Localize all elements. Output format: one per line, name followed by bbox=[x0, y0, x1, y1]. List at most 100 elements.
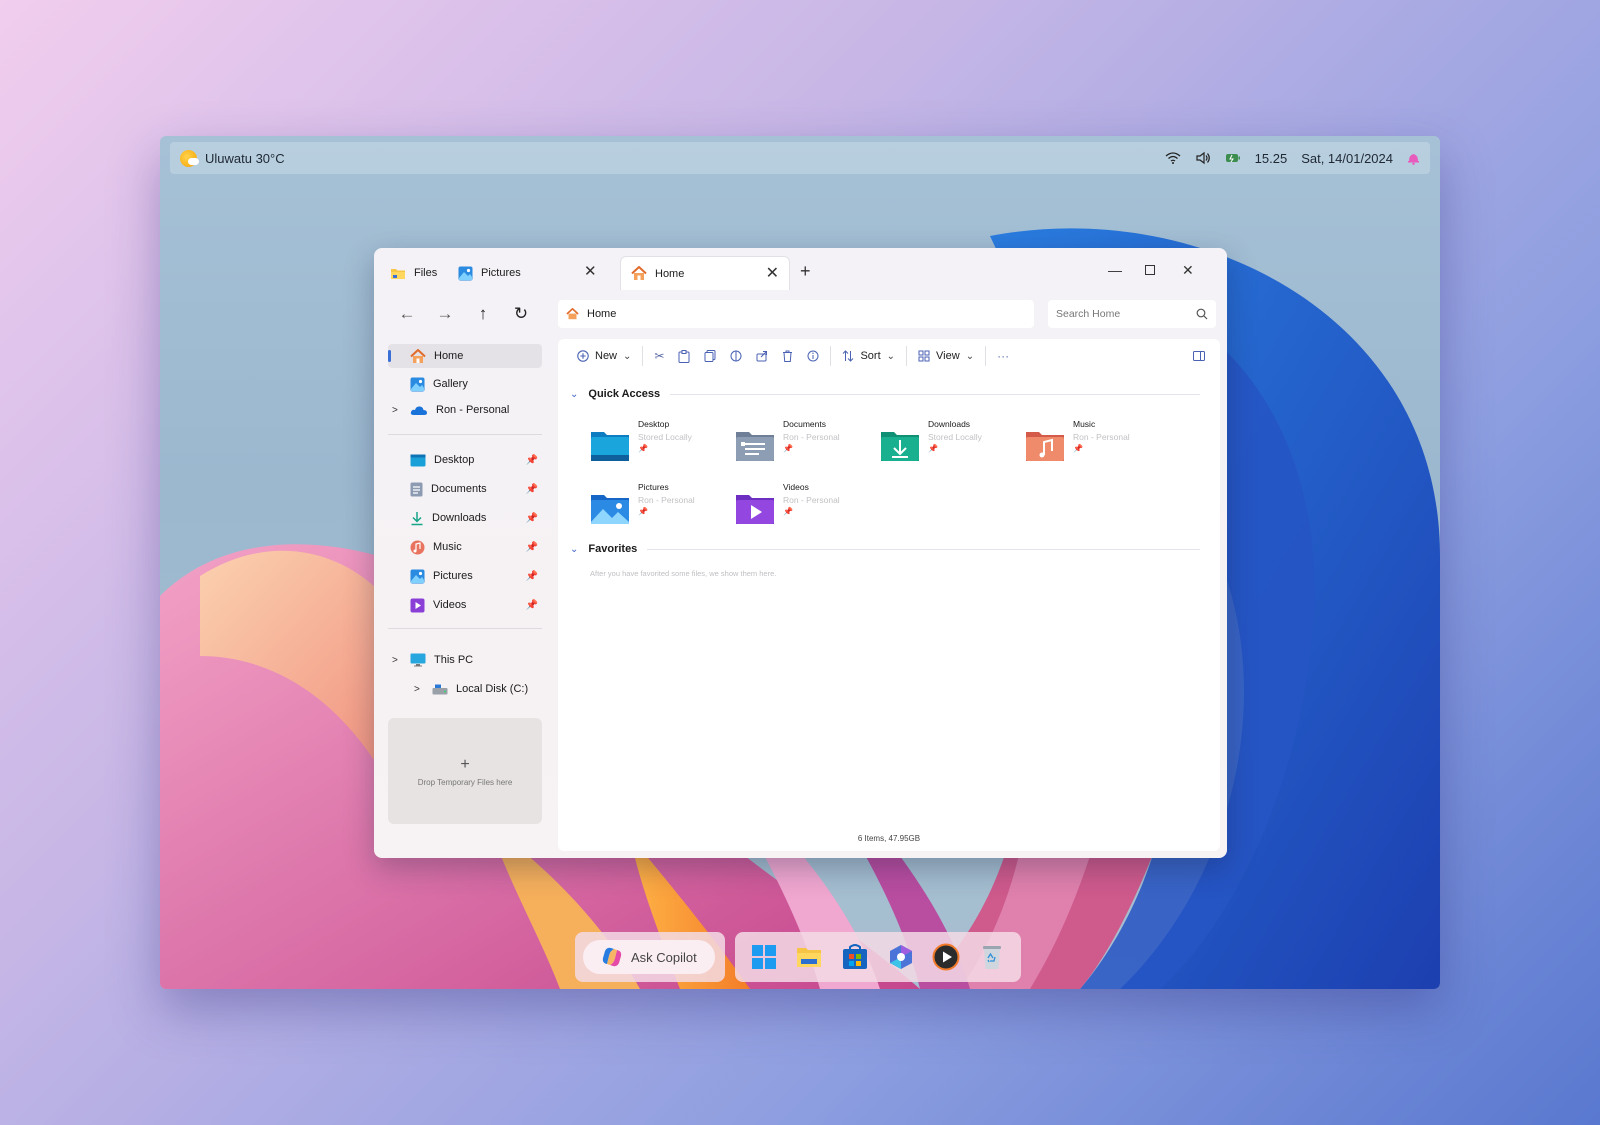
delete-button[interactable] bbox=[775, 344, 800, 368]
this-pc-icon bbox=[410, 653, 426, 667]
minimize-icon[interactable]: — bbox=[1108, 262, 1122, 278]
temporary-files-drop-zone[interactable]: + Drop Temporary Files here bbox=[388, 718, 542, 824]
battery-icon[interactable] bbox=[1225, 152, 1241, 164]
pin-icon[interactable]: 📌 bbox=[638, 443, 692, 456]
copy-icon bbox=[704, 350, 716, 362]
sort-button[interactable]: Sort ⌄ bbox=[835, 344, 902, 368]
pin-icon[interactable]: 📌 bbox=[638, 506, 695, 519]
back-arrow-icon[interactable]: ← bbox=[395, 304, 419, 324]
properties-button[interactable] bbox=[800, 344, 826, 368]
new-button[interactable]: New ⌄ bbox=[570, 344, 638, 368]
details-pane-button[interactable] bbox=[1186, 344, 1212, 368]
clock-time[interactable]: 15.25 bbox=[1255, 151, 1288, 166]
sidebar-item-local-disk[interactable]: Local Disk (C:) bbox=[388, 677, 542, 701]
search-input[interactable]: Search Home bbox=[1048, 300, 1216, 328]
close-tab-icon[interactable]: ✕ bbox=[766, 265, 779, 282]
forward-arrow-icon[interactable]: → bbox=[433, 304, 457, 324]
chevron-down-icon: ⌄ bbox=[965, 350, 975, 362]
start-icon[interactable] bbox=[750, 943, 778, 971]
ask-copilot-button[interactable]: Ask Copilot bbox=[583, 940, 715, 974]
ask-copilot-label: Ask Copilot bbox=[631, 949, 697, 965]
sidebar-item-ron-personal[interactable]: Ron - Personal bbox=[388, 398, 542, 422]
sidebar-item-documents[interactable]: Documents 📌 bbox=[388, 477, 542, 501]
sidebar-item-music[interactable]: Music 📌 bbox=[388, 535, 542, 559]
paste-button[interactable] bbox=[671, 344, 697, 368]
tab-pictures[interactable]: Pictures bbox=[448, 256, 531, 290]
pin-icon[interactable]: 📌 bbox=[526, 484, 538, 495]
content-pane: New ⌄ ✂ Sort ⌄ View ⌄ ··· ⌄ Quick Access… bbox=[558, 339, 1220, 851]
gallery-icon bbox=[410, 377, 425, 391]
pin-icon[interactable]: 📌 bbox=[526, 600, 538, 611]
quick-access-item-pictures[interactable]: Pictures Ron - Personal 📌 bbox=[590, 481, 730, 531]
copilot-app-icon[interactable] bbox=[887, 943, 915, 971]
favorites-empty-note: After you have favorited some files, we … bbox=[590, 569, 777, 578]
view-label: View bbox=[936, 350, 960, 362]
section-divider bbox=[670, 393, 1200, 395]
videos-folder-icon bbox=[736, 495, 774, 524]
pin-icon[interactable]: 📌 bbox=[526, 455, 538, 466]
quick-access-item-desktop[interactable]: Desktop Stored Locally 📌 bbox=[590, 418, 730, 468]
weather-icon[interactable] bbox=[180, 149, 199, 167]
sidebar-item-home[interactable]: Home bbox=[388, 344, 542, 368]
close-pictures-tab-icon[interactable]: ✕ bbox=[584, 262, 597, 280]
sidebar-item-label: Local Disk (C:) bbox=[456, 683, 529, 695]
sidebar-item-this-pc[interactable]: This PC bbox=[388, 648, 542, 672]
sidebar-item-desktop[interactable]: Desktop 📌 bbox=[388, 448, 542, 472]
address-bar[interactable]: Home bbox=[558, 300, 1034, 328]
home-icon bbox=[566, 308, 579, 320]
view-button[interactable]: View ⌄ bbox=[911, 344, 981, 368]
volume-icon[interactable] bbox=[1195, 151, 1211, 165]
drive-icon bbox=[432, 684, 448, 694]
top-status-bar: Uluwatu 30°C 15.25 Sat, 14/01/2024 bbox=[170, 142, 1430, 174]
more-options-button[interactable]: ··· bbox=[990, 344, 1016, 368]
sidebar-item-pictures[interactable]: Pictures 📌 bbox=[388, 564, 542, 588]
chevron-down-icon[interactable]: ⌄ bbox=[570, 544, 578, 555]
close-window-icon[interactable]: ✕ bbox=[1182, 262, 1194, 279]
refresh-icon[interactable]: ↻ bbox=[509, 304, 533, 324]
sidebar-item-gallery[interactable]: Gallery bbox=[388, 372, 542, 396]
pictures-folder-icon bbox=[591, 495, 629, 524]
rename-icon bbox=[730, 350, 742, 362]
tab-files[interactable]: Files bbox=[380, 256, 447, 290]
pictures-icon bbox=[410, 569, 425, 583]
cut-icon: ✂ bbox=[654, 349, 665, 363]
pin-icon[interactable]: 📌 bbox=[928, 443, 982, 456]
rename-button[interactable] bbox=[723, 344, 749, 368]
copilot-dock: Ask Copilot bbox=[575, 932, 725, 982]
desktop-icon bbox=[410, 454, 426, 466]
quick-access-item-downloads[interactable]: Downloads Stored Locally 📌 bbox=[880, 418, 1020, 468]
clock-date[interactable]: Sat, 14/01/2024 bbox=[1301, 151, 1393, 166]
desktop-folder-icon bbox=[591, 432, 629, 461]
maximize-icon[interactable] bbox=[1145, 262, 1155, 278]
notification-bell-icon[interactable] bbox=[1407, 151, 1420, 165]
favorites-header[interactable]: ⌄ Favorites bbox=[570, 543, 1200, 555]
wifi-icon[interactable] bbox=[1165, 152, 1181, 164]
weather-label[interactable]: Uluwatu 30°C bbox=[205, 151, 285, 166]
add-circle-icon bbox=[577, 350, 589, 362]
pin-icon[interactable]: 📌 bbox=[783, 443, 840, 456]
grid-view-icon bbox=[918, 350, 930, 362]
store-icon[interactable] bbox=[841, 943, 869, 971]
recycle-bin-icon[interactable] bbox=[978, 943, 1006, 971]
sidebar-item-videos[interactable]: Videos 📌 bbox=[388, 593, 542, 617]
item-location: Ron - Personal bbox=[783, 494, 840, 505]
pin-icon[interactable]: 📌 bbox=[526, 542, 538, 553]
quick-access-item-videos[interactable]: Videos Ron - Personal 📌 bbox=[735, 481, 875, 531]
up-arrow-icon[interactable]: ↑ bbox=[471, 304, 495, 324]
pin-icon[interactable]: 📌 bbox=[1073, 443, 1130, 456]
pin-icon[interactable]: 📌 bbox=[783, 506, 840, 519]
quick-access-item-documents[interactable]: Documents Ron - Personal 📌 bbox=[735, 418, 875, 468]
media-player-icon[interactable] bbox=[932, 943, 960, 971]
quick-access-item-music[interactable]: Music Ron - Personal 📌 bbox=[1025, 418, 1165, 468]
pin-icon[interactable]: 📌 bbox=[526, 571, 538, 582]
cut-button[interactable]: ✂ bbox=[647, 344, 671, 368]
copy-button[interactable] bbox=[697, 344, 723, 368]
tab-home[interactable]: Home ✕ bbox=[620, 256, 790, 290]
file-explorer-icon[interactable] bbox=[795, 943, 823, 971]
new-tab-icon[interactable]: + bbox=[800, 261, 811, 282]
quick-access-header[interactable]: ⌄ Quick Access bbox=[570, 388, 1200, 400]
pin-icon[interactable]: 📌 bbox=[526, 513, 538, 524]
chevron-down-icon[interactable]: ⌄ bbox=[570, 389, 578, 400]
share-button[interactable] bbox=[749, 344, 775, 368]
sidebar-item-downloads[interactable]: Downloads 📌 bbox=[388, 506, 542, 530]
